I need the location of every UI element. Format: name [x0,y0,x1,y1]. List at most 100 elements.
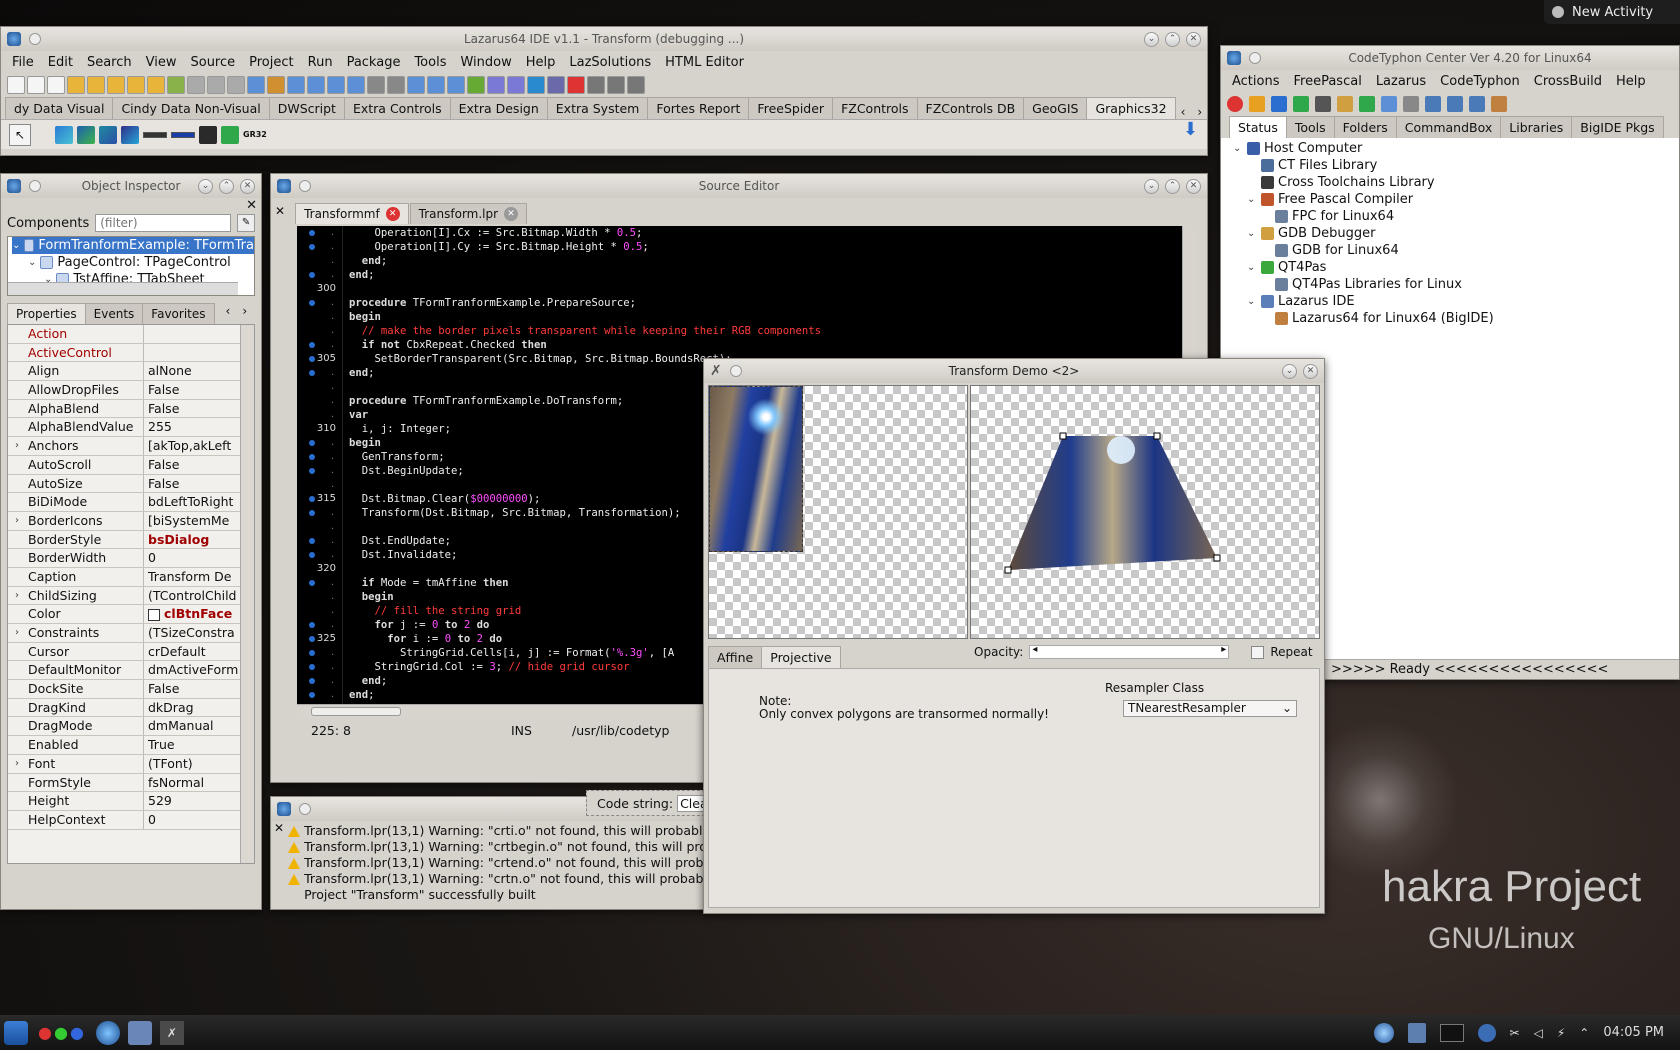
tray-clipboard-icon[interactable] [1407,1022,1426,1043]
palette-tab-dwscript[interactable]: DWScript [268,97,345,119]
gutter-line[interactable]: . [297,534,342,548]
slider-left-arrow-icon[interactable]: ◂ [1032,644,1037,655]
gutter-line[interactable]: 300 [297,282,342,296]
code-line[interactable]: // make the border pixels transparent wh… [349,324,821,338]
ct-tree-item[interactable]: QT4Pas Libraries for Linux [1221,276,1679,293]
tray-swirl-icon[interactable] [1373,1022,1394,1043]
breakpoint-marker-icon[interactable] [309,468,315,474]
breakpoint-marker-icon[interactable] [309,580,315,586]
maximize-icon[interactable]: ⌃ [1165,31,1180,47]
oi-tab-properties[interactable]: Properties [7,303,86,324]
ct-tree-item[interactable]: CT Files Library [1221,157,1679,174]
breakpoint-marker-icon[interactable] [309,454,315,460]
tray-up-arrow-icon[interactable]: ⌃ [1579,1026,1589,1040]
property-value[interactable] [144,344,254,362]
task-codetyphon-icon[interactable] [95,1020,120,1045]
property-row[interactable]: Align alNone [8,362,254,382]
expand-icon[interactable]: ⌄ [1247,225,1257,242]
destination-image-view[interactable] [970,385,1320,639]
filter-clear-icon[interactable]: ✎ [237,214,255,232]
ct-tab-status[interactable]: Status [1229,116,1287,138]
ct-network-icon[interactable] [1447,96,1463,112]
gutter-line[interactable]: . [297,660,342,674]
property-value[interactable]: Transform De [144,568,254,586]
ct-help-icon[interactable] [1271,96,1287,112]
property-expand-icon[interactable]: › [8,624,26,642]
ide-titlebar[interactable]: Lazarus64 IDE v1.1 - Transform (debuggin… [1,27,1207,51]
ct-tab-folders[interactable]: Folders [1333,116,1397,138]
gr32-image32-icon[interactable] [99,125,117,144]
palette-tab-extra-controls[interactable]: Extra Controls [343,97,451,119]
task-lazarus-icon[interactable] [127,1020,152,1045]
ct-tab-bigide-pkgs[interactable]: BigIDE Pkgs [1571,116,1664,138]
new-file-icon[interactable] [7,76,25,94]
minimize-icon[interactable]: ⌄ [198,178,213,194]
ct-terminal-icon[interactable] [1315,96,1331,112]
property-value[interactable]: bsDialog [144,531,254,549]
components-filter-input[interactable] [95,214,232,232]
code-line[interactable]: end; [349,254,821,268]
gutter-line[interactable]: . [297,520,342,534]
open-icon[interactable] [67,76,85,94]
close-icon[interactable]: ✕ [1303,363,1318,379]
ct-tab-tools[interactable]: Tools [1285,116,1335,138]
gr32-imgview-icon[interactable] [77,125,95,144]
menu-file[interactable]: File [5,55,41,70]
gutter-line[interactable]: . [297,254,342,268]
tab-transformmf[interactable]: Transformmf ✕ [295,203,409,224]
gutter-line[interactable]: 320 [297,562,342,576]
ct-clean-icon[interactable] [1381,96,1397,112]
ct-folder-icon[interactable] [1337,96,1353,112]
menu-source[interactable]: Source [183,55,242,70]
property-row[interactable]: Height 529 [8,792,254,811]
gutter-line[interactable]: 310 [297,422,342,436]
new-form-icon[interactable] [27,76,45,94]
watch-icon[interactable] [627,76,645,94]
gutter-line[interactable]: . [297,576,342,590]
menu-edit[interactable]: Edit [41,55,80,70]
property-row[interactable]: DefaultMonitor dmActiveForm [8,661,254,681]
maximize-icon[interactable]: ⌃ [219,178,234,194]
breakpoint-marker-icon[interactable] [309,370,315,376]
property-row[interactable]: Enabled True [8,736,254,755]
property-value[interactable]: 0 [144,811,254,829]
gr32-rangebar-icon[interactable] [143,131,167,138]
gutter-line[interactable]: 315 [297,492,342,506]
expand-icon[interactable]: ⌄ [28,254,36,271]
oi-close-panel-icon[interactable]: ✕ [1,198,261,213]
property-expand-icon[interactable]: › [8,437,26,455]
gutter-line[interactable]: 325 [297,632,342,646]
property-value[interactable]: True [144,736,254,754]
menu-project[interactable]: Project [242,55,300,70]
code-line[interactable] [349,282,821,296]
menu-tools[interactable]: Tools [407,55,453,70]
ct-menu-codetyphon[interactable]: CodeTyphon [1433,74,1527,89]
resampler-select[interactable]: TNearestResampler ⌄ [1123,700,1297,717]
property-value[interactable]: clBtnFace [144,605,254,623]
property-value[interactable]: bdLeftToRight [144,493,254,511]
close-icon[interactable]: ✕ [1186,31,1201,47]
menu-package[interactable]: Package [340,55,408,70]
property-value[interactable]: [biSystemMe [144,512,254,530]
gutter-line[interactable]: . [297,240,342,254]
property-row[interactable]: DragMode dmManual [8,717,254,737]
ct-sync-icon[interactable] [1469,96,1485,112]
pointer-tool-icon[interactable]: ↖ [9,123,31,146]
source-editor-titlebar[interactable]: Source Editor ⌄ ⌃ ✕ [271,174,1207,198]
breakpoint-icon[interactable] [607,76,625,94]
gutter-line[interactable]: . [297,436,342,450]
palette-tab-fzcontrols-db[interactable]: FZControls DB [916,97,1025,119]
menu-search[interactable]: Search [80,55,139,70]
breakpoint-marker-icon[interactable] [309,650,315,656]
menu-help[interactable]: Help [519,55,563,70]
property-grid-scrollbar[interactable] [240,325,254,863]
new-unit-icon[interactable] [47,76,65,94]
message-row[interactable]: Transform.lpr(13,1) Warning: "crtend.o" … [288,855,709,871]
palette-tab-cindy-data-non-visual[interactable]: Cindy Data Non-Visual [112,97,270,119]
run-toggle-icon[interactable] [307,76,325,94]
code-line[interactable]: Operation[I].Cx := Src.Bitmap.Width * 0.… [349,226,821,240]
ct-import-icon[interactable] [1359,96,1375,112]
property-row[interactable]: AutoScroll False [8,455,254,475]
property-value[interactable]: crDefault [144,643,254,661]
breakpoint-marker-icon[interactable] [309,692,315,698]
